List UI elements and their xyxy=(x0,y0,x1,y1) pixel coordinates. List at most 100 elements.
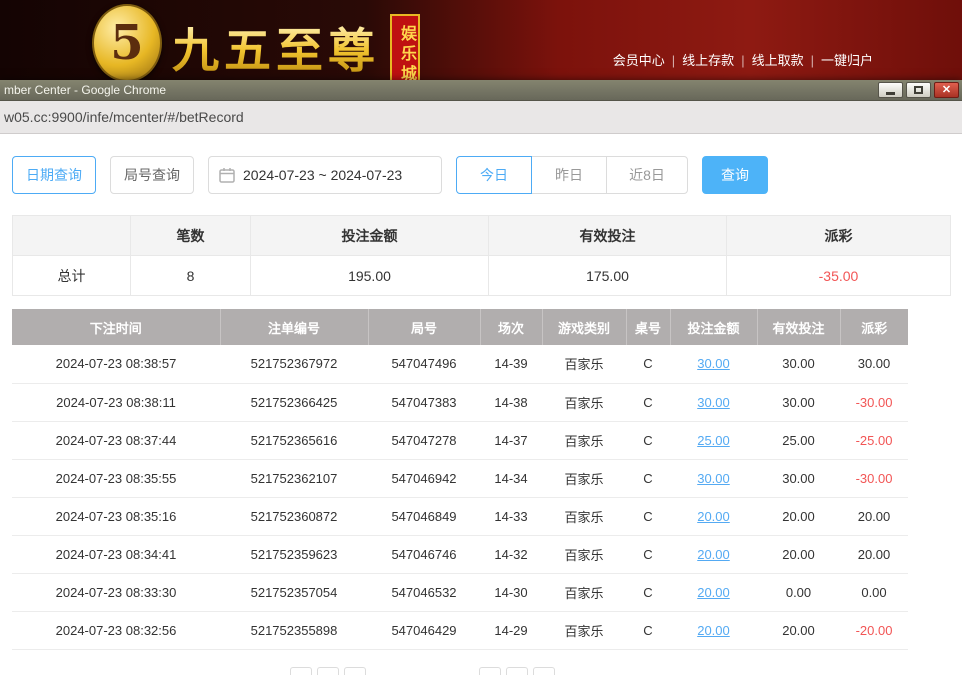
cell-round: 547046746 xyxy=(368,535,480,573)
table-row: 2024-07-23 08:37:44521752365616547047278… xyxy=(12,421,908,459)
maximize-button[interactable] xyxy=(906,82,931,98)
close-icon: ✕ xyxy=(942,85,951,96)
cell-time: 2024-07-23 08:38:11 xyxy=(12,383,220,421)
logo-title: 九五至尊 xyxy=(172,12,380,81)
cell-bet[interactable]: 20.00 xyxy=(670,535,757,573)
table-row: 2024-07-23 08:35:55521752362107547046942… xyxy=(12,459,908,497)
summary-header-payout: 派彩 xyxy=(727,216,951,256)
cell-time: 2024-07-23 08:32:56 xyxy=(12,611,220,649)
calendar-icon xyxy=(219,167,235,183)
col-header-table: 桌号 xyxy=(626,309,670,345)
table-row: 2024-07-23 08:38:11521752366425547047383… xyxy=(12,383,908,421)
cell-round: 547046429 xyxy=(368,611,480,649)
summary-total-count: 8 xyxy=(131,256,251,296)
round-query-tab[interactable]: 局号查询 xyxy=(110,156,194,194)
cell-game: 百家乐 xyxy=(542,535,626,573)
today-button[interactable]: 今日 xyxy=(456,156,532,194)
summary-total-label: 总计 xyxy=(13,256,131,296)
window-controls: ✕ xyxy=(878,82,959,98)
cell-payout: -30.00 xyxy=(840,459,908,497)
cell-session: 14-32 xyxy=(480,535,542,573)
col-header-payout: 派彩 xyxy=(840,309,908,345)
cell-time: 2024-07-23 08:35:16 xyxy=(12,497,220,535)
col-header-game: 游戏类别 xyxy=(542,309,626,345)
pagination-button[interactable] xyxy=(506,667,528,675)
site-logo: 5 九五至尊 娱乐城 xyxy=(92,4,420,92)
cell-valid: 30.00 xyxy=(757,459,840,497)
cell-order: 521752355898 xyxy=(220,611,368,649)
table-row: 2024-07-23 08:33:30521752357054547046532… xyxy=(12,573,908,611)
pagination-button[interactable] xyxy=(317,667,339,675)
cell-session: 14-38 xyxy=(480,383,542,421)
cell-payout: 20.00 xyxy=(840,535,908,573)
cell-table: C xyxy=(626,611,670,649)
cell-game: 百家乐 xyxy=(542,383,626,421)
nav-online-deposit[interactable]: 线上存款 xyxy=(682,53,734,68)
top-nav: 会员中心|线上存款|线上取款|一键归户 xyxy=(606,50,880,69)
cell-session: 14-33 xyxy=(480,497,542,535)
cell-valid: 20.00 xyxy=(757,535,840,573)
nav-separator: | xyxy=(741,53,744,68)
cell-bet[interactable]: 20.00 xyxy=(670,573,757,611)
window-urlbar: w05.cc:9900/infe/mcenter/#/betRecord xyxy=(0,101,962,134)
logo-coin-icon: 5 xyxy=(92,4,162,82)
screen: 5 九五至尊 娱乐城 会员中心|线上存款|线上取款|一键归户 mber Cent… xyxy=(0,0,962,676)
minimize-button[interactable] xyxy=(878,82,903,98)
detail-table: 下注时间注单编号局号场次游戏类别桌号投注金额有效投注派彩 2024-07-23 … xyxy=(12,309,908,650)
cell-round: 547047496 xyxy=(368,345,480,383)
cell-bet[interactable]: 30.00 xyxy=(670,345,757,383)
last-8-days-button[interactable]: 近8日 xyxy=(606,156,688,194)
cell-round: 547047278 xyxy=(368,421,480,459)
cell-order: 521752357054 xyxy=(220,573,368,611)
cell-order: 521752365616 xyxy=(220,421,368,459)
browser-window: mber Center - Google Chrome ✕ w05.cc:990… xyxy=(0,80,962,676)
cell-table: C xyxy=(626,345,670,383)
cell-bet[interactable]: 30.00 xyxy=(670,459,757,497)
nav-one-key-transfer[interactable]: 一键归户 xyxy=(821,53,873,68)
cell-valid: 20.00 xyxy=(757,611,840,649)
cell-payout: 0.00 xyxy=(840,573,908,611)
cell-payout: 30.00 xyxy=(840,345,908,383)
pagination-button[interactable] xyxy=(290,667,312,675)
table-row: 2024-07-23 08:35:16521752360872547046849… xyxy=(12,497,908,535)
cell-table: C xyxy=(626,421,670,459)
cell-valid: 30.00 xyxy=(757,345,840,383)
nav-member-center[interactable]: 会员中心 xyxy=(613,53,665,68)
table-row: 2024-07-23 08:34:41521752359623547046746… xyxy=(12,535,908,573)
detail-table-body: 2024-07-23 08:38:57521752367972547047496… xyxy=(12,345,908,649)
pagination xyxy=(0,667,962,675)
summary-total-bet: 195.00 xyxy=(251,256,489,296)
cell-order: 521752367972 xyxy=(220,345,368,383)
cell-bet[interactable]: 30.00 xyxy=(670,383,757,421)
cell-round: 547046942 xyxy=(368,459,480,497)
cell-game: 百家乐 xyxy=(542,459,626,497)
cell-payout: -30.00 xyxy=(840,383,908,421)
minimize-icon xyxy=(886,92,895,95)
search-button[interactable]: 查询 xyxy=(702,156,768,194)
cell-valid: 0.00 xyxy=(757,573,840,611)
date-range-input[interactable]: 2024-07-23 ~ 2024-07-23 xyxy=(208,156,442,194)
cell-bet[interactable]: 25.00 xyxy=(670,421,757,459)
pagination-button[interactable] xyxy=(479,667,501,675)
nav-online-withdraw[interactable]: 线上取款 xyxy=(752,53,804,68)
date-query-tab[interactable]: 日期查询 xyxy=(12,156,96,194)
cell-session: 14-39 xyxy=(480,345,542,383)
cell-table: C xyxy=(626,497,670,535)
window-titlebar[interactable]: mber Center - Google Chrome ✕ xyxy=(0,80,962,101)
summary-header-row: 笔数 投注金额 有效投注 派彩 xyxy=(13,216,951,256)
cell-round: 547047383 xyxy=(368,383,480,421)
detail-header-row: 下注时间注单编号局号场次游戏类别桌号投注金额有效投注派彩 xyxy=(12,309,908,345)
cell-payout: -20.00 xyxy=(840,611,908,649)
pagination-button[interactable] xyxy=(533,667,555,675)
cell-valid: 20.00 xyxy=(757,497,840,535)
pagination-button[interactable] xyxy=(344,667,366,675)
summary-header-bet-amount: 投注金额 xyxy=(251,216,489,256)
yesterday-button[interactable]: 昨日 xyxy=(531,156,607,194)
url-text[interactable]: w05.cc:9900/infe/mcenter/#/betRecord xyxy=(0,109,244,125)
cell-bet[interactable]: 20.00 xyxy=(670,497,757,535)
close-button[interactable]: ✕ xyxy=(934,82,959,98)
summary-total-valid: 175.00 xyxy=(489,256,727,296)
cell-bet[interactable]: 20.00 xyxy=(670,611,757,649)
cell-game: 百家乐 xyxy=(542,497,626,535)
cell-round: 547046849 xyxy=(368,497,480,535)
